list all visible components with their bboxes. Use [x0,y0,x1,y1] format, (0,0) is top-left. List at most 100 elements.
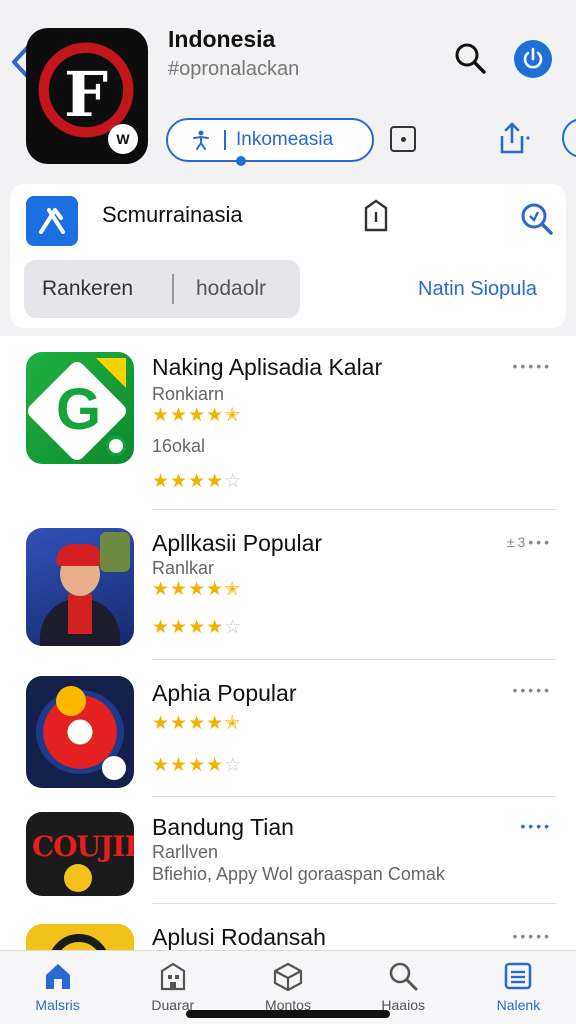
pill-indicator-dot [236,156,246,166]
more-dots[interactable]: •••• [520,818,552,834]
star-icon: ★ [206,755,225,776]
star-icon: ☆ [224,617,243,638]
app-icon-badge: W [108,124,138,154]
rating-stars: ★★★★☆ [152,616,242,639]
rating-stars: ★★★★☆ [152,470,242,493]
star-icon: ★ [206,471,225,492]
accessibility-icon [193,130,209,150]
star-icon: ★ [170,579,189,600]
tag-icon[interactable] [362,198,390,234]
star-icon: ★ [188,755,207,776]
share-icon[interactable] [494,118,534,158]
page-title: Indonesia [168,26,276,52]
pill-separator [224,130,226,150]
app-category: Ranlkar [152,558,215,578]
star-icon: ★ [188,405,207,426]
page-subtitle: #opronalackan [168,58,300,80]
search-card: Scmurrainasia Rankeren hodaolr Natin Sio… [10,184,566,328]
rating-stars: ★★★★☆ [152,754,242,777]
more-dots[interactable]: ±3••• [507,534,552,550]
row-divider [152,903,556,904]
star-icon: ★ [152,755,171,776]
box-icon [273,962,303,992]
star-icon: ★ [170,405,189,426]
app-icon: G [26,352,134,464]
star-icon: ★ [152,617,171,638]
home-indicator [186,1010,390,1018]
more-dots[interactable]: ••••• [512,928,552,944]
list-item[interactable]: Apllkasii Popular Ranlkar ★★★★✭ ★★★★☆ ±3… [0,526,576,666]
star-icon: ★ [170,755,189,776]
star-icon: ★ [188,713,207,734]
tab-list[interactable]: Nalenk [461,951,576,1024]
star-icon: ★ [152,713,171,734]
app-category: Ronkiarn [152,384,225,404]
home-icon [45,964,70,989]
star-icon: ★ [170,617,189,638]
see-all-link[interactable]: Natin Siopula [418,278,537,301]
app-count: 16okal [152,436,206,456]
app-icon[interactable]: F W [26,28,148,164]
app-description: Bfiehio, Appy Wol goraaspan Comak [152,864,445,884]
app-x-icon[interactable] [26,196,78,246]
star-icon: ☆ [224,755,243,776]
app-name: Aphia Popular [152,680,297,706]
star-icon: ★ [188,617,207,638]
tab-label: Malsris [35,997,80,1013]
list-item[interactable]: Aplusi Rodansah ••••• [0,920,576,950]
star-icon: ☆ [224,471,243,492]
star-icon: ★ [188,579,207,600]
circle-icon[interactable] [562,118,576,158]
app-name: Naking Aplisadia Kalar [152,354,383,380]
app-name: Bandung Tian [152,814,294,840]
star-icon: ★ [206,579,225,600]
power-icon[interactable] [514,40,552,78]
app-icon [26,924,134,950]
tab-home[interactable]: Malsris [0,951,115,1024]
row-divider [152,659,556,660]
search-icon[interactable] [452,40,488,76]
rating-stars: ★★★★✭ [152,712,241,735]
app-category: Rarllven [152,842,219,862]
list-icon [505,962,532,990]
pill-label: Inkomeasia [236,129,334,150]
more-dots[interactable]: ••••• [512,358,552,374]
app-icon [26,528,134,646]
star-icon: ★ [206,617,225,638]
app-list: G Naking Aplisadia Kalar Ronkiarn ★★★★✭ … [0,336,576,950]
star-icon: ★ [170,713,189,734]
segment-other[interactable]: hodaolr [174,277,266,301]
list-item[interactable]: G Naking Aplisadia Kalar Ronkiarn ★★★★✭ … [0,350,576,510]
row-divider [152,509,556,510]
more-dots[interactable]: ••••• [512,682,552,698]
app-name: Apllkasii Popular [152,530,323,556]
building-icon [160,962,185,991]
app-icon-letter: F [64,58,109,131]
search-icon[interactable] [518,200,554,236]
app-icon [26,676,134,788]
square-icon[interactable] [390,126,416,152]
app-name: Aplusi Rodansah [152,924,326,950]
region-pill[interactable]: Inkomeasia [166,118,374,166]
list-item[interactable]: COUJIIA Bandung Tian Rarllven Bfiehio, A… [0,810,576,910]
rating-stars: ★★★★✭ [152,404,241,427]
search-icon [389,962,418,991]
rating-stars: ★★★★✭ [152,578,241,601]
list-item[interactable]: Aphia Popular ★★★★✭ ★★★★☆ ••••• [0,674,576,794]
star-icon: ★ [170,471,189,492]
star-icon: ★ [206,713,225,734]
star-icon: ★ [152,471,171,492]
star-icon: ★ [188,471,207,492]
app-header: F W Indonesia #opronalackan Inkomeasia [0,0,576,180]
app-icon: COUJIIA [26,812,134,896]
tab-label: Nalenk [496,997,541,1013]
segment-ranking[interactable]: Rankeren [24,277,172,301]
segmented-control: Rankeren hodaolr [24,260,300,318]
star-icon: ★ [152,579,171,600]
card-title: Scmurrainasia [102,202,243,227]
row-divider [152,796,556,797]
star-icon: ★ [152,405,171,426]
star-icon: ✭ [224,579,242,600]
star-icon: ★ [206,405,225,426]
star-icon: ✭ [224,713,242,734]
